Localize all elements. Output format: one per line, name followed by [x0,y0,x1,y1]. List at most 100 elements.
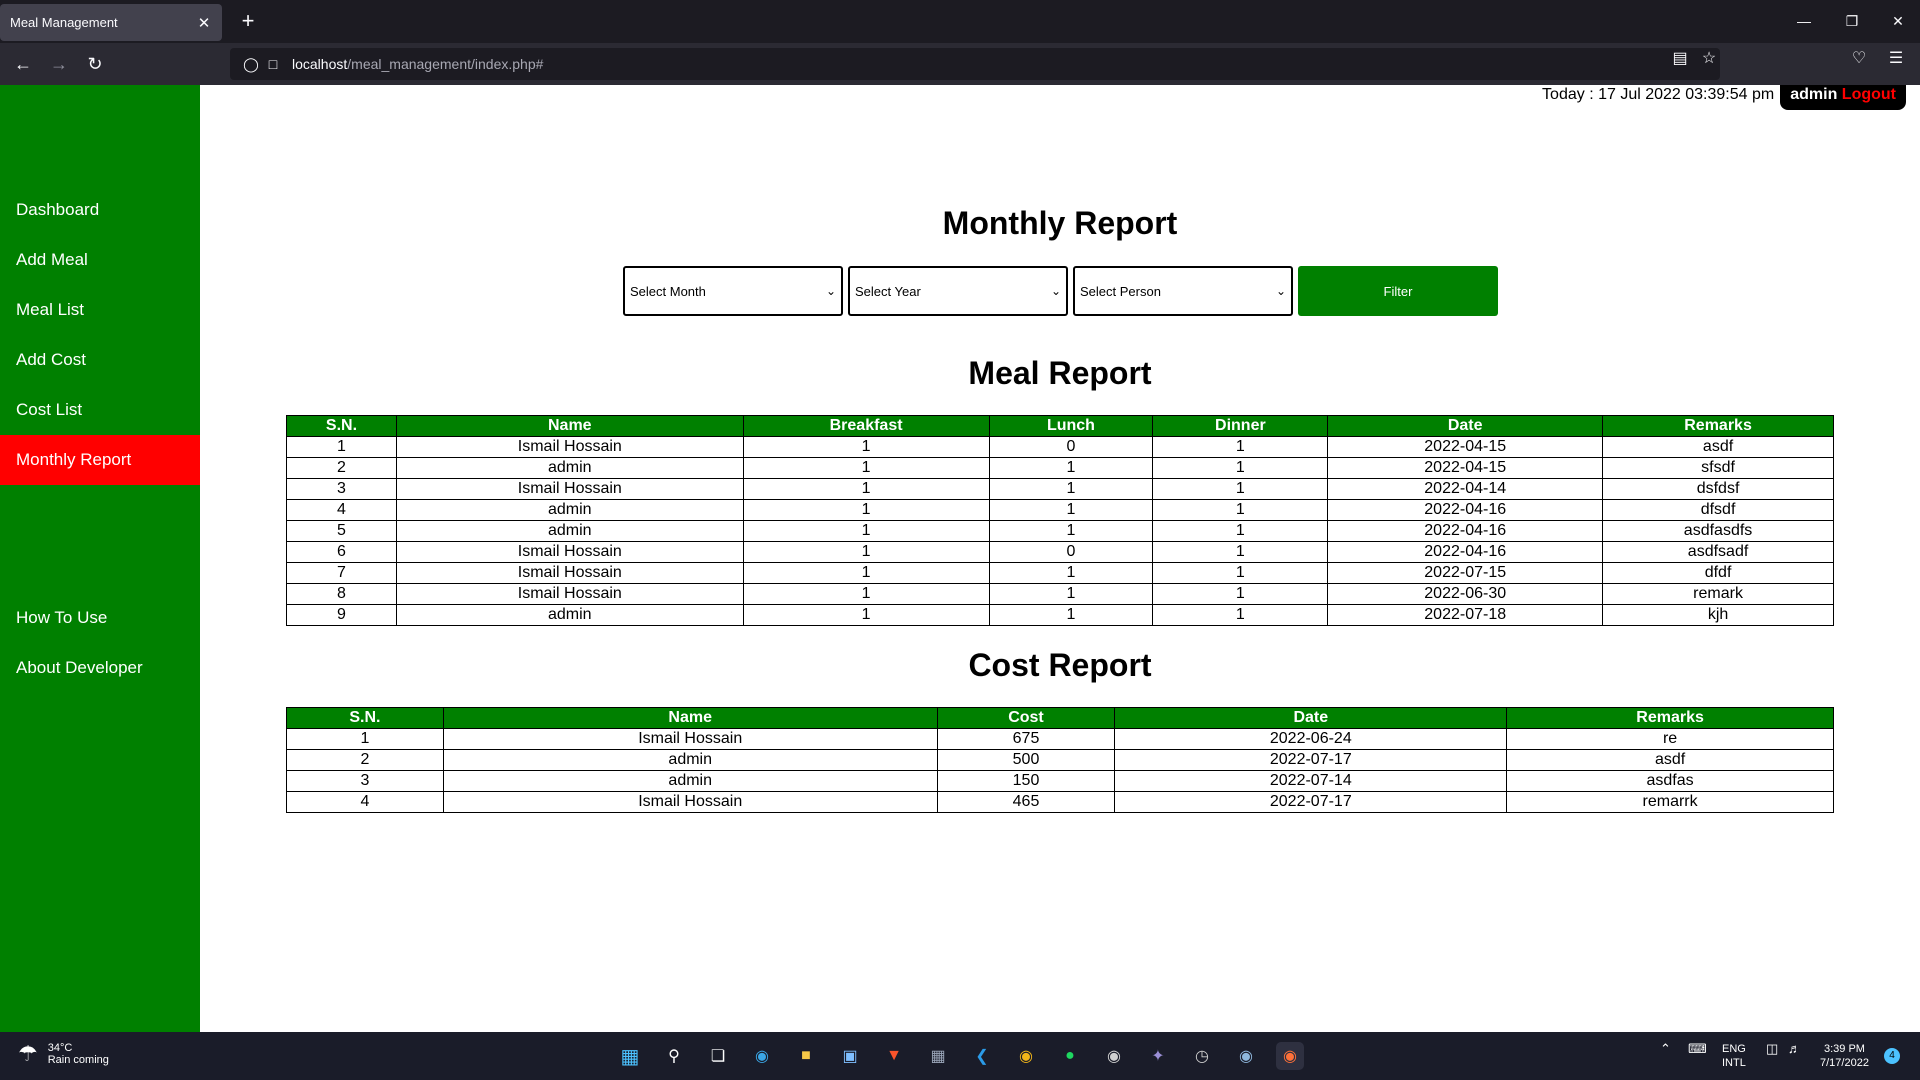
task-view-icon[interactable]: ❏ [704,1042,732,1070]
column-header: Name [442,707,938,729]
lang-bottom: INTL [1722,1057,1746,1069]
sidebar-item-how-to-use[interactable]: How To Use [0,593,200,643]
minimize-icon[interactable]: — [1784,8,1824,34]
new-tab-button[interactable]: + [236,9,260,33]
table-cell: 8 [286,583,397,605]
close-tab-icon[interactable]: ✕ [196,14,212,32]
table-cell: 5 [286,520,397,542]
reload-icon[interactable]: ↻ [82,51,108,77]
table-cell: dfdf [1602,562,1834,584]
reader-view-icon[interactable]: ▤ [1668,48,1692,70]
meal-report-title: Meal Report [968,355,1152,391]
table-row: 4 Ismail Hossain 465 2022-07-17 remarrk [286,791,1834,813]
table-cell: 1 [742,562,990,584]
browser-tab[interactable]: Meal Management ✕ [0,4,222,41]
file-explorer-icon[interactable]: ■ [792,1042,820,1070]
store-icon[interactable]: ▣ [836,1042,864,1070]
table-cell: 1 [1152,562,1329,584]
sidebar-item-about-developer[interactable]: About Developer [0,643,200,693]
sidebar-item-add-meal[interactable]: Add Meal [0,235,200,285]
clock[interactable]: 3:39 PM 7/17/2022 [1820,1042,1869,1070]
table-cell: Ismail Hossain [395,541,744,563]
logout-link[interactable]: Logout [1842,86,1896,103]
table-cell: 2022-07-14 [1114,770,1508,792]
url-path: /meal_management/index.php# [347,56,544,72]
vscode-icon[interactable]: ❮ [968,1042,996,1070]
clock-app-icon[interactable]: ◷ [1188,1042,1216,1070]
person-select-value: Select Person [1080,283,1161,299]
search-icon[interactable]: ⚲ [660,1042,688,1070]
forward-icon[interactable]: → [46,51,72,77]
table-cell: asdf [1506,749,1834,771]
table-cell: 2022-04-16 [1327,520,1604,542]
pocket-icon[interactable]: ♡ [1847,48,1871,70]
column-header: Remarks [1506,707,1834,729]
spotify-icon[interactable]: ● [1056,1042,1084,1070]
steam-icon[interactable]: ◉ [1232,1042,1260,1070]
table-cell: 150 [936,770,1116,792]
person-select[interactable]: Select Person ⌄ [1073,266,1293,316]
sidebar-item-cost-list[interactable]: Cost List [0,385,200,435]
page: Dashboard Add Meal Meal List Add Cost Co… [0,85,1920,1032]
table-cell: 1 [988,562,1154,584]
table-cell: 1 [742,457,990,479]
table-cell: admin [395,604,744,626]
table-cell: 1 [1152,478,1329,500]
table-cell: 465 [936,791,1116,813]
table-cell: 1 [988,499,1154,521]
meal-report-table: S.N. Name Breakfast Lunch Dinner Date Remarks … [286,415,1834,626]
table-cell: sfsdf [1602,457,1834,479]
column-header: Date [1114,707,1508,729]
table-cell: 2022-06-24 [1114,728,1508,750]
keyboard-icon[interactable]: ⌨ [1688,1042,1707,1056]
table-cell: 1 [1152,457,1329,479]
chevron-up-icon[interactable]: ⌃ [1660,1042,1671,1056]
sidebar-item-meal-list[interactable]: Meal List [0,285,200,335]
table-cell: 1 [988,583,1154,605]
address-bar[interactable]: ◯ □ localhost/meal_management/index.php# [230,48,1720,80]
month-select[interactable]: Select Month ⌄ [623,266,843,316]
sidebar-item-add-cost[interactable]: Add Cost [0,335,200,385]
table-cell: dsfdsf [1602,478,1834,500]
table-cell: admin [395,499,744,521]
restore-icon[interactable]: ❐ [1832,8,1872,34]
calculator-icon[interactable]: ▦ [924,1042,952,1070]
sidebar-item-monthly-report[interactable]: Monthly Report [0,435,200,485]
table-cell: admin [395,457,744,479]
brave-icon[interactable]: ▼ [880,1042,908,1070]
app-icon[interactable]: ✦ [1144,1042,1172,1070]
network-icon[interactable]: ◫ [1766,1042,1778,1056]
menu-icon[interactable]: ☰ [1884,48,1908,70]
year-select[interactable]: Select Year ⌄ [848,266,1068,316]
table-cell: 1 [988,520,1154,542]
month-select-value: Select Month [630,283,706,299]
filter-button[interactable]: Filter [1298,266,1498,316]
table-cell: 1 [1152,436,1329,458]
browser-tab-bar: Meal Management ✕ + — ❐ ✕ [0,0,1920,43]
close-window-icon[interactable]: ✕ [1878,8,1918,34]
table-row: 2 admin 500 2022-07-17 asdf [286,749,1834,771]
table-row: 1 Ismail Hossain 675 2022-06-24 re [286,728,1834,750]
top-user-bar: Today : 17 Jul 2022 03:39:54 pm admin Lo… [1542,85,1906,110]
sidebar-item-dashboard[interactable]: Dashboard [0,185,200,235]
volume-icon[interactable]: ♬ [1788,1042,1801,1056]
github-icon[interactable]: ◉ [1100,1042,1128,1070]
language-indicator[interactable]: ENG INTL [1722,1042,1746,1070]
weather-widget[interactable]: ☂ 34°C Rain coming [18,1041,109,1067]
start-icon[interactable]: ▦ [616,1042,644,1070]
shield-icon[interactable]: ◯ [240,56,262,73]
back-icon[interactable]: ← [10,51,36,77]
table-cell: 1 [742,499,990,521]
table-cell: 0 [988,436,1154,458]
column-header: Breakfast [742,415,990,437]
notification-badge[interactable]: 4 [1884,1048,1900,1064]
column-header: Date [1327,415,1604,437]
chevron-down-icon: ⌄ [825,284,836,298]
edge-icon[interactable]: ◉ [748,1042,776,1070]
firefox-icon[interactable]: ◉ [1276,1042,1304,1070]
chrome-icon[interactable]: ◉ [1012,1042,1040,1070]
bookmark-star-icon[interactable]: ☆ [1697,48,1721,70]
table-cell: 2022-04-15 [1327,457,1604,479]
table-cell: 2 [286,457,397,479]
table-cell: 2 [286,749,444,771]
